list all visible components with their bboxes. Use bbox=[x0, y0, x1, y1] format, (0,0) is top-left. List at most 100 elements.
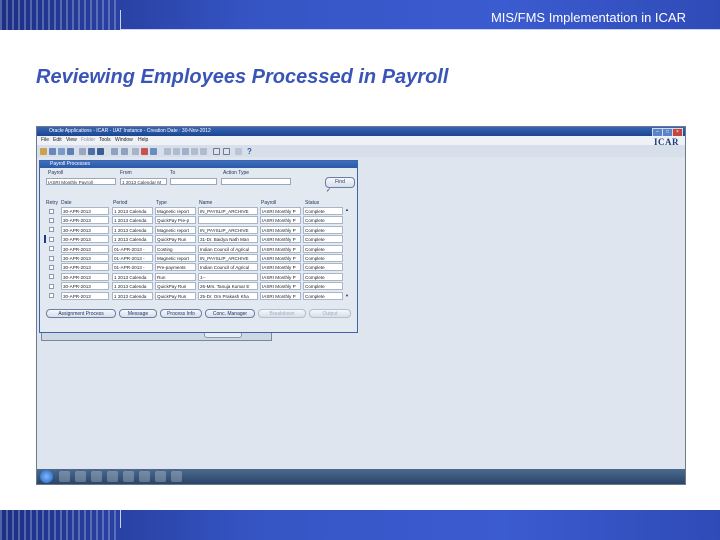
taskbar-app-icon[interactable] bbox=[59, 471, 70, 482]
find-icon[interactable] bbox=[88, 148, 95, 155]
from-field[interactable]: 1 2013 Calendar M bbox=[120, 178, 167, 185]
delete-record-icon[interactable] bbox=[141, 148, 148, 155]
assignment-process-button[interactable]: Assignment Process bbox=[46, 309, 116, 318]
cell-type[interactable]: Magnetic report bbox=[155, 207, 196, 215]
cell-name[interactable]: 1-- bbox=[198, 272, 258, 281]
cell-date[interactable]: 30-APR-2013 bbox=[61, 291, 109, 300]
cell-name[interactable]: 31-Dr. Baidya Nath Man bbox=[198, 235, 258, 244]
message-button[interactable]: Message bbox=[119, 309, 157, 318]
paste-icon[interactable] bbox=[182, 148, 189, 155]
cell-date[interactable]: 30-APR-2013 bbox=[61, 207, 109, 215]
cell-date[interactable]: 30-APR-2013 bbox=[61, 272, 109, 281]
retry-checkbox[interactable] bbox=[49, 293, 54, 299]
cell-status[interactable]: Complete bbox=[303, 216, 343, 225]
folder-tools-icon[interactable] bbox=[213, 148, 220, 155]
cell-name[interactable]: Indian Council of Agricul bbox=[198, 263, 258, 272]
cell-date[interactable]: 30-APR-2013 bbox=[61, 244, 109, 253]
cell-name[interactable] bbox=[198, 216, 258, 225]
retry-checkbox[interactable] bbox=[49, 264, 54, 270]
find-button[interactable]: Find bbox=[325, 177, 355, 188]
cell-type[interactable]: Pre-payments bbox=[155, 263, 196, 272]
cell-name[interactable]: IN_PAYSLIP_ARCHIVE bbox=[198, 207, 258, 215]
menu-view[interactable]: View bbox=[66, 137, 77, 144]
next-record-icon[interactable] bbox=[121, 148, 128, 155]
cell-type[interactable]: QuickPay Run bbox=[155, 235, 196, 244]
cut-icon[interactable] bbox=[164, 148, 171, 155]
menu-edit[interactable]: Edit bbox=[53, 137, 62, 144]
taskbar-app-icon[interactable] bbox=[91, 471, 102, 482]
cell-payroll[interactable]: IASRI Monthly P bbox=[260, 282, 301, 291]
cell-type[interactable]: Costing bbox=[155, 244, 196, 253]
output-button[interactable]: Output bbox=[309, 309, 351, 318]
start-button[interactable] bbox=[40, 470, 53, 483]
cell-payroll[interactable]: IASRI Monthly P bbox=[260, 225, 301, 234]
cell-status[interactable]: Complete bbox=[303, 282, 343, 291]
menu-folder[interactable]: Folder bbox=[81, 137, 95, 144]
cell-period[interactable]: 1 2013 Calenda bbox=[112, 225, 153, 234]
cell-status[interactable]: Complete bbox=[303, 263, 343, 272]
taskbar-app-icon[interactable] bbox=[139, 471, 150, 482]
open-icon[interactable] bbox=[40, 148, 47, 155]
payroll-field[interactable]: IASRI Monthly Payroll bbox=[46, 178, 116, 185]
cell-date[interactable]: 30-APR-2013 bbox=[61, 254, 109, 262]
to-field[interactable] bbox=[170, 178, 217, 185]
taskbar-app-icon[interactable] bbox=[107, 471, 118, 482]
cell-period[interactable]: 01-APR-2013 - bbox=[112, 244, 153, 253]
cell-date[interactable]: 30-APR-2013 bbox=[61, 235, 109, 244]
cell-period[interactable]: 1 2013 Calenda bbox=[112, 291, 153, 300]
cell-period[interactable]: 1 2013 Calenda bbox=[112, 207, 153, 215]
cell-name[interactable]: 26-Mrs. Tanuja Kumar E bbox=[198, 282, 258, 291]
cell-type[interactable]: QuickPay Run bbox=[155, 282, 196, 291]
cell-period[interactable]: 01-APR-2013 - bbox=[112, 263, 153, 272]
cell-period[interactable]: 1 2013 Calenda bbox=[112, 282, 153, 291]
taskbar-app-icon[interactable] bbox=[155, 471, 166, 482]
retry-checkbox[interactable] bbox=[49, 236, 54, 242]
cell-status[interactable]: Complete bbox=[303, 207, 343, 215]
cell-status[interactable]: Complete bbox=[303, 291, 343, 300]
cell-type[interactable]: Magnetic report bbox=[155, 254, 196, 262]
cell-status[interactable]: Complete bbox=[303, 244, 343, 253]
cell-status[interactable]: Complete bbox=[303, 272, 343, 281]
taskbar-app-icon[interactable] bbox=[75, 471, 86, 482]
cell-status[interactable]: Complete bbox=[303, 225, 343, 234]
cell-status[interactable]: Complete bbox=[303, 254, 343, 262]
prev-record-icon[interactable] bbox=[111, 148, 118, 155]
cell-date[interactable]: 30-APR-2013 bbox=[61, 282, 109, 291]
retry-checkbox[interactable] bbox=[49, 283, 54, 289]
cell-payroll[interactable]: IASRI Monthly P bbox=[260, 272, 301, 281]
cell-name[interactable]: 25-Dr. Om Prakash Kha bbox=[198, 291, 258, 300]
cell-period[interactable]: 01-APR-2013 - bbox=[112, 254, 153, 262]
scroll-up-icon[interactable]: ▲ bbox=[345, 207, 349, 213]
cell-payroll[interactable]: IASRI Monthly P bbox=[260, 216, 301, 225]
cell-payroll[interactable]: IASRI Monthly P bbox=[260, 207, 301, 215]
zoom-icon[interactable] bbox=[97, 148, 104, 155]
cell-period[interactable]: 1 2013 Calenda bbox=[112, 272, 153, 281]
print-icon[interactable] bbox=[67, 148, 74, 155]
cell-payroll[interactable]: IASRI Monthly P bbox=[260, 291, 301, 300]
taskbar-app-icon[interactable] bbox=[123, 471, 134, 482]
cell-status[interactable]: Complete bbox=[303, 235, 343, 244]
retry-checkbox[interactable] bbox=[49, 208, 54, 214]
cell-payroll[interactable]: IASRI Monthly P bbox=[260, 244, 301, 253]
new-record-icon[interactable] bbox=[132, 148, 139, 155]
help-icon[interactable]: ? bbox=[247, 148, 254, 156]
cell-payroll[interactable]: IASRI Monthly P bbox=[260, 254, 301, 262]
menu-help[interactable]: Help bbox=[138, 137, 148, 144]
cell-date[interactable]: 30-APR-2013 bbox=[61, 216, 109, 225]
menu-window[interactable]: Window bbox=[115, 137, 133, 144]
cell-type[interactable]: Run bbox=[155, 272, 196, 281]
cell-date[interactable]: 30-APR-2013 bbox=[61, 225, 109, 234]
window-list-icon[interactable] bbox=[223, 148, 230, 155]
clear-record-icon[interactable] bbox=[150, 148, 157, 155]
cell-name[interactable]: IN_PAYSLIP_ARCHIVE bbox=[198, 254, 258, 262]
cell-type[interactable]: Magnetic report bbox=[155, 225, 196, 234]
process-info-button[interactable]: Process Info bbox=[160, 309, 202, 318]
cell-type[interactable]: QuickPay Run bbox=[155, 291, 196, 300]
breakdown-button[interactable]: Breakdown bbox=[258, 309, 306, 318]
clear-field-icon[interactable] bbox=[191, 148, 198, 155]
cell-payroll[interactable]: IASRI Monthly P bbox=[260, 235, 301, 244]
menu-file[interactable]: File bbox=[41, 137, 49, 144]
menu-tools[interactable]: Tools bbox=[99, 137, 111, 144]
navigator-icon[interactable] bbox=[58, 148, 65, 155]
cell-name[interactable]: IN_PAYSLIP_ARCHIVE bbox=[198, 225, 258, 234]
